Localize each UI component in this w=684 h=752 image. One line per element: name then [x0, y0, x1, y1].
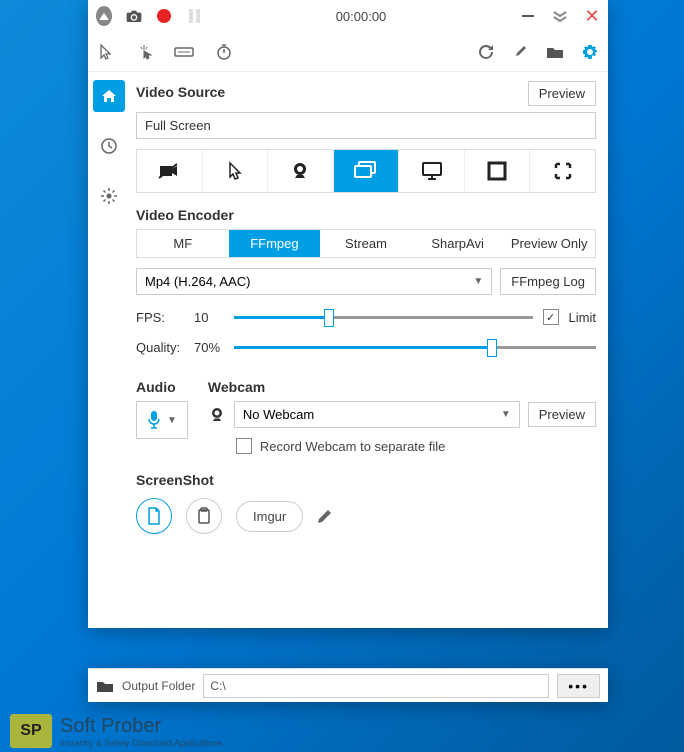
output-folder-label: Output Folder: [122, 679, 195, 693]
screenshot-clipboard-button[interactable]: [186, 498, 222, 534]
minimize-icon[interactable]: [520, 8, 536, 24]
app-window: 00:00:00 ✕ Vid: [88, 0, 608, 628]
timer-icon[interactable]: [216, 43, 232, 61]
audio-mic-button[interactable]: ▼: [136, 401, 188, 439]
mic-icon: [147, 410, 161, 430]
sidebar-recent[interactable]: [93, 130, 125, 162]
record-button[interactable]: [156, 8, 172, 24]
click-icon[interactable]: [136, 43, 152, 61]
output-bar: Output Folder •••: [88, 668, 608, 702]
encoder-format-value: Mp4 (H.264, AAC): [145, 274, 251, 289]
keystrokes-icon[interactable]: [174, 43, 194, 61]
screenshot-icon[interactable]: [126, 8, 142, 24]
watermark-badge: SP: [10, 714, 52, 748]
cursor-icon[interactable]: [98, 43, 114, 61]
watermark: SP Soft Prober Instantly & Safely Downlo…: [10, 714, 223, 748]
expand-down-icon[interactable]: [552, 8, 568, 24]
source-window-icon[interactable]: [464, 150, 530, 192]
chevron-down-icon: ▼: [167, 415, 177, 426]
main-panel: Video Source Preview Video Encoder MF FF…: [130, 72, 608, 628]
encoder-tab-sharpavi[interactable]: SharpAvi: [412, 230, 504, 257]
browse-button[interactable]: •••: [557, 674, 600, 698]
sidebar-config[interactable]: [93, 180, 125, 212]
chevron-down-icon: ▼: [473, 276, 483, 287]
video-source-title: Video Source: [136, 84, 225, 100]
source-cursor-icon[interactable]: [202, 150, 268, 192]
webcam-select[interactable]: No Webcam ▼: [234, 401, 520, 428]
sidebar: [88, 72, 130, 628]
watermark-name: Soft Prober: [60, 715, 223, 738]
fps-limit-label: Limit: [569, 310, 596, 325]
collapse-icon[interactable]: [96, 8, 112, 24]
fps-label: FPS:: [136, 310, 184, 325]
folder-icon: [96, 679, 114, 693]
sidebar-home[interactable]: [93, 80, 125, 112]
encoder-format-select[interactable]: Mp4 (H.264, AAC) ▼: [136, 268, 492, 295]
encoder-tab-mf[interactable]: MF: [137, 230, 229, 257]
preview-button[interactable]: Preview: [528, 81, 596, 106]
chevron-down-icon: ▼: [501, 409, 511, 420]
screenshot-title: ScreenShot: [136, 472, 596, 488]
titlebar: 00:00:00 ✕: [88, 0, 608, 32]
source-none-icon[interactable]: [137, 150, 202, 192]
webcam-small-icon: [208, 406, 226, 424]
source-webcam-icon[interactable]: [267, 150, 333, 192]
edit-icon[interactable]: [317, 508, 333, 524]
source-region-icon[interactable]: [529, 150, 595, 192]
video-source-input[interactable]: [136, 112, 596, 139]
encoder-tabs: MF FFmpeg Stream SharpAvi Preview Only: [136, 229, 596, 258]
close-icon[interactable]: ✕: [584, 8, 600, 24]
quality-value: 70%: [194, 340, 224, 355]
fps-value: 10: [194, 310, 224, 325]
ffmpeg-log-button[interactable]: FFmpeg Log: [500, 268, 596, 295]
webcam-title: Webcam: [208, 379, 596, 395]
brush-icon[interactable]: [512, 44, 528, 60]
pause-button: [186, 8, 202, 24]
encoder-tab-preview[interactable]: Preview Only: [503, 230, 595, 257]
timer-display: 00:00:00: [202, 9, 520, 24]
webcam-value: No Webcam: [243, 407, 314, 422]
fps-limit-checkbox[interactable]: ✓: [543, 309, 559, 325]
screenshot-disk-button[interactable]: [136, 498, 172, 534]
quality-label: Quality:: [136, 340, 184, 355]
fps-slider[interactable]: [234, 307, 533, 327]
output-path-input[interactable]: [203, 674, 549, 698]
audio-title: Audio: [136, 379, 188, 395]
webcam-separate-label: Record Webcam to separate file: [260, 439, 445, 454]
video-source-icons: [136, 149, 596, 193]
folder-icon[interactable]: [546, 44, 564, 60]
source-screen-icon[interactable]: [333, 150, 399, 192]
watermark-tagline: Instantly & Safely Download Applications: [60, 738, 223, 748]
webcam-separate-checkbox[interactable]: [236, 438, 252, 454]
toolbar-tools: [88, 32, 608, 72]
encoder-tab-ffmpeg[interactable]: FFmpeg: [229, 230, 321, 257]
quality-slider[interactable]: [234, 337, 596, 357]
source-desktop-icon[interactable]: [398, 150, 464, 192]
webcam-preview-button[interactable]: Preview: [528, 402, 596, 427]
screenshot-imgur-button[interactable]: Imgur: [236, 501, 303, 532]
encoder-tab-stream[interactable]: Stream: [320, 230, 412, 257]
video-encoder-title: Video Encoder: [136, 207, 596, 223]
refresh-icon[interactable]: [478, 44, 494, 60]
settings-gear-icon[interactable]: [582, 44, 598, 60]
